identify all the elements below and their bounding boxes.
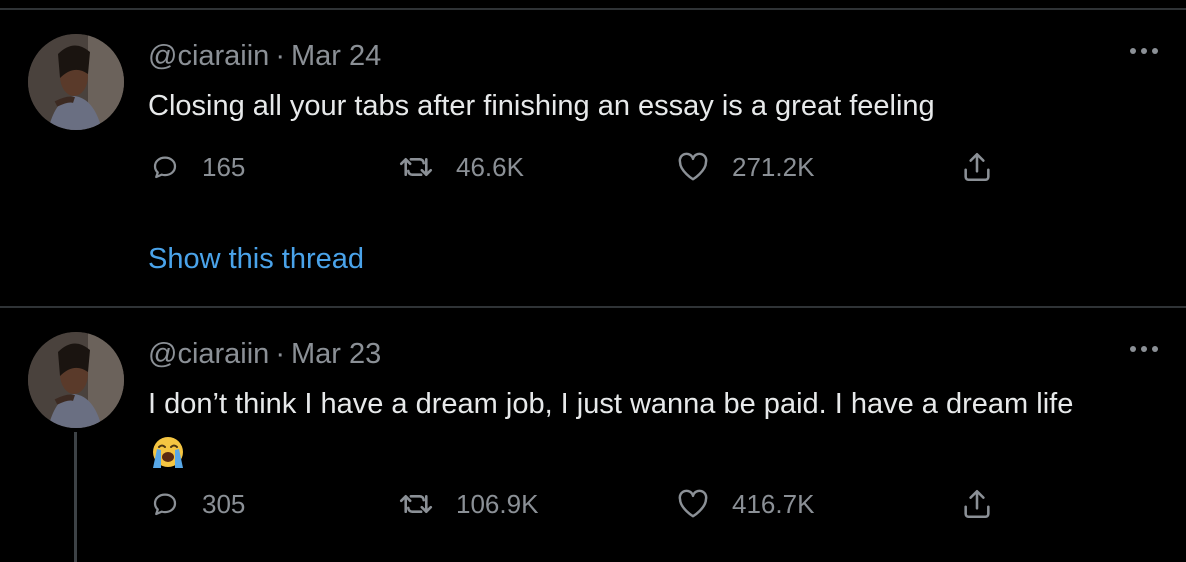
reply-icon [153,156,177,179]
tweet[interactable]: @ciaraiin · Mar 24 Closing all your tabs a… [0,10,1186,306]
heart-icon [678,152,708,181]
tweet-text: I don’t think I have a dream job, I just… [148,388,1074,420]
heart-icon [678,489,708,518]
avatar[interactable] [28,34,124,130]
loudly-crying-face-icon [148,434,188,470]
reply-count: 165 [202,151,246,182]
share-button[interactable] [960,147,994,187]
more-options-icon[interactable] [1130,346,1158,352]
like-count: 271.2K [732,151,815,182]
tweet-date[interactable]: Mar 23 [291,338,381,370]
header-separator: · [275,40,285,72]
user-handle[interactable]: @ciaraiin [148,338,269,370]
tweet-actions: 165 46.6K 271.2K [0,147,1186,187]
retweet-count: 106.9K [456,488,539,519]
tweet-header: @ciaraiin · Mar 24 [148,39,381,73]
like-count: 416.7K [732,488,815,519]
retweet-count: 46.6K [456,151,524,182]
retweet-button[interactable]: 106.9K [398,484,538,524]
share-icon [964,489,990,519]
like-button[interactable]: 416.7K [676,484,814,524]
retweet-button[interactable]: 46.6K [398,147,524,187]
show-thread-link[interactable]: Show this thread [148,242,364,276]
share-button[interactable] [960,484,994,524]
reply-icon [153,493,177,516]
share-icon [964,152,990,182]
like-button[interactable]: 271.2K [676,147,814,187]
more-options-icon[interactable] [1130,48,1158,54]
avatar[interactable] [28,332,124,428]
reply-button[interactable]: 165 [150,147,245,187]
reply-button[interactable]: 305 [150,484,245,524]
retweet-icon [399,158,433,176]
tweet-actions: 305 106.9K 416.7K [0,484,1186,524]
tweet-header: @ciaraiin · Mar 23 [148,337,381,371]
user-handle[interactable]: @ciaraiin [148,40,269,72]
tweet-text: Closing all your tabs after finishing an… [148,90,935,122]
header-separator: · [275,338,285,370]
tweet-date[interactable]: Mar 24 [291,40,381,72]
retweet-icon [399,495,433,513]
reply-count: 305 [202,488,246,519]
tweet[interactable]: @ciaraiin · Mar 23 I don’t think I have a … [0,308,1186,562]
